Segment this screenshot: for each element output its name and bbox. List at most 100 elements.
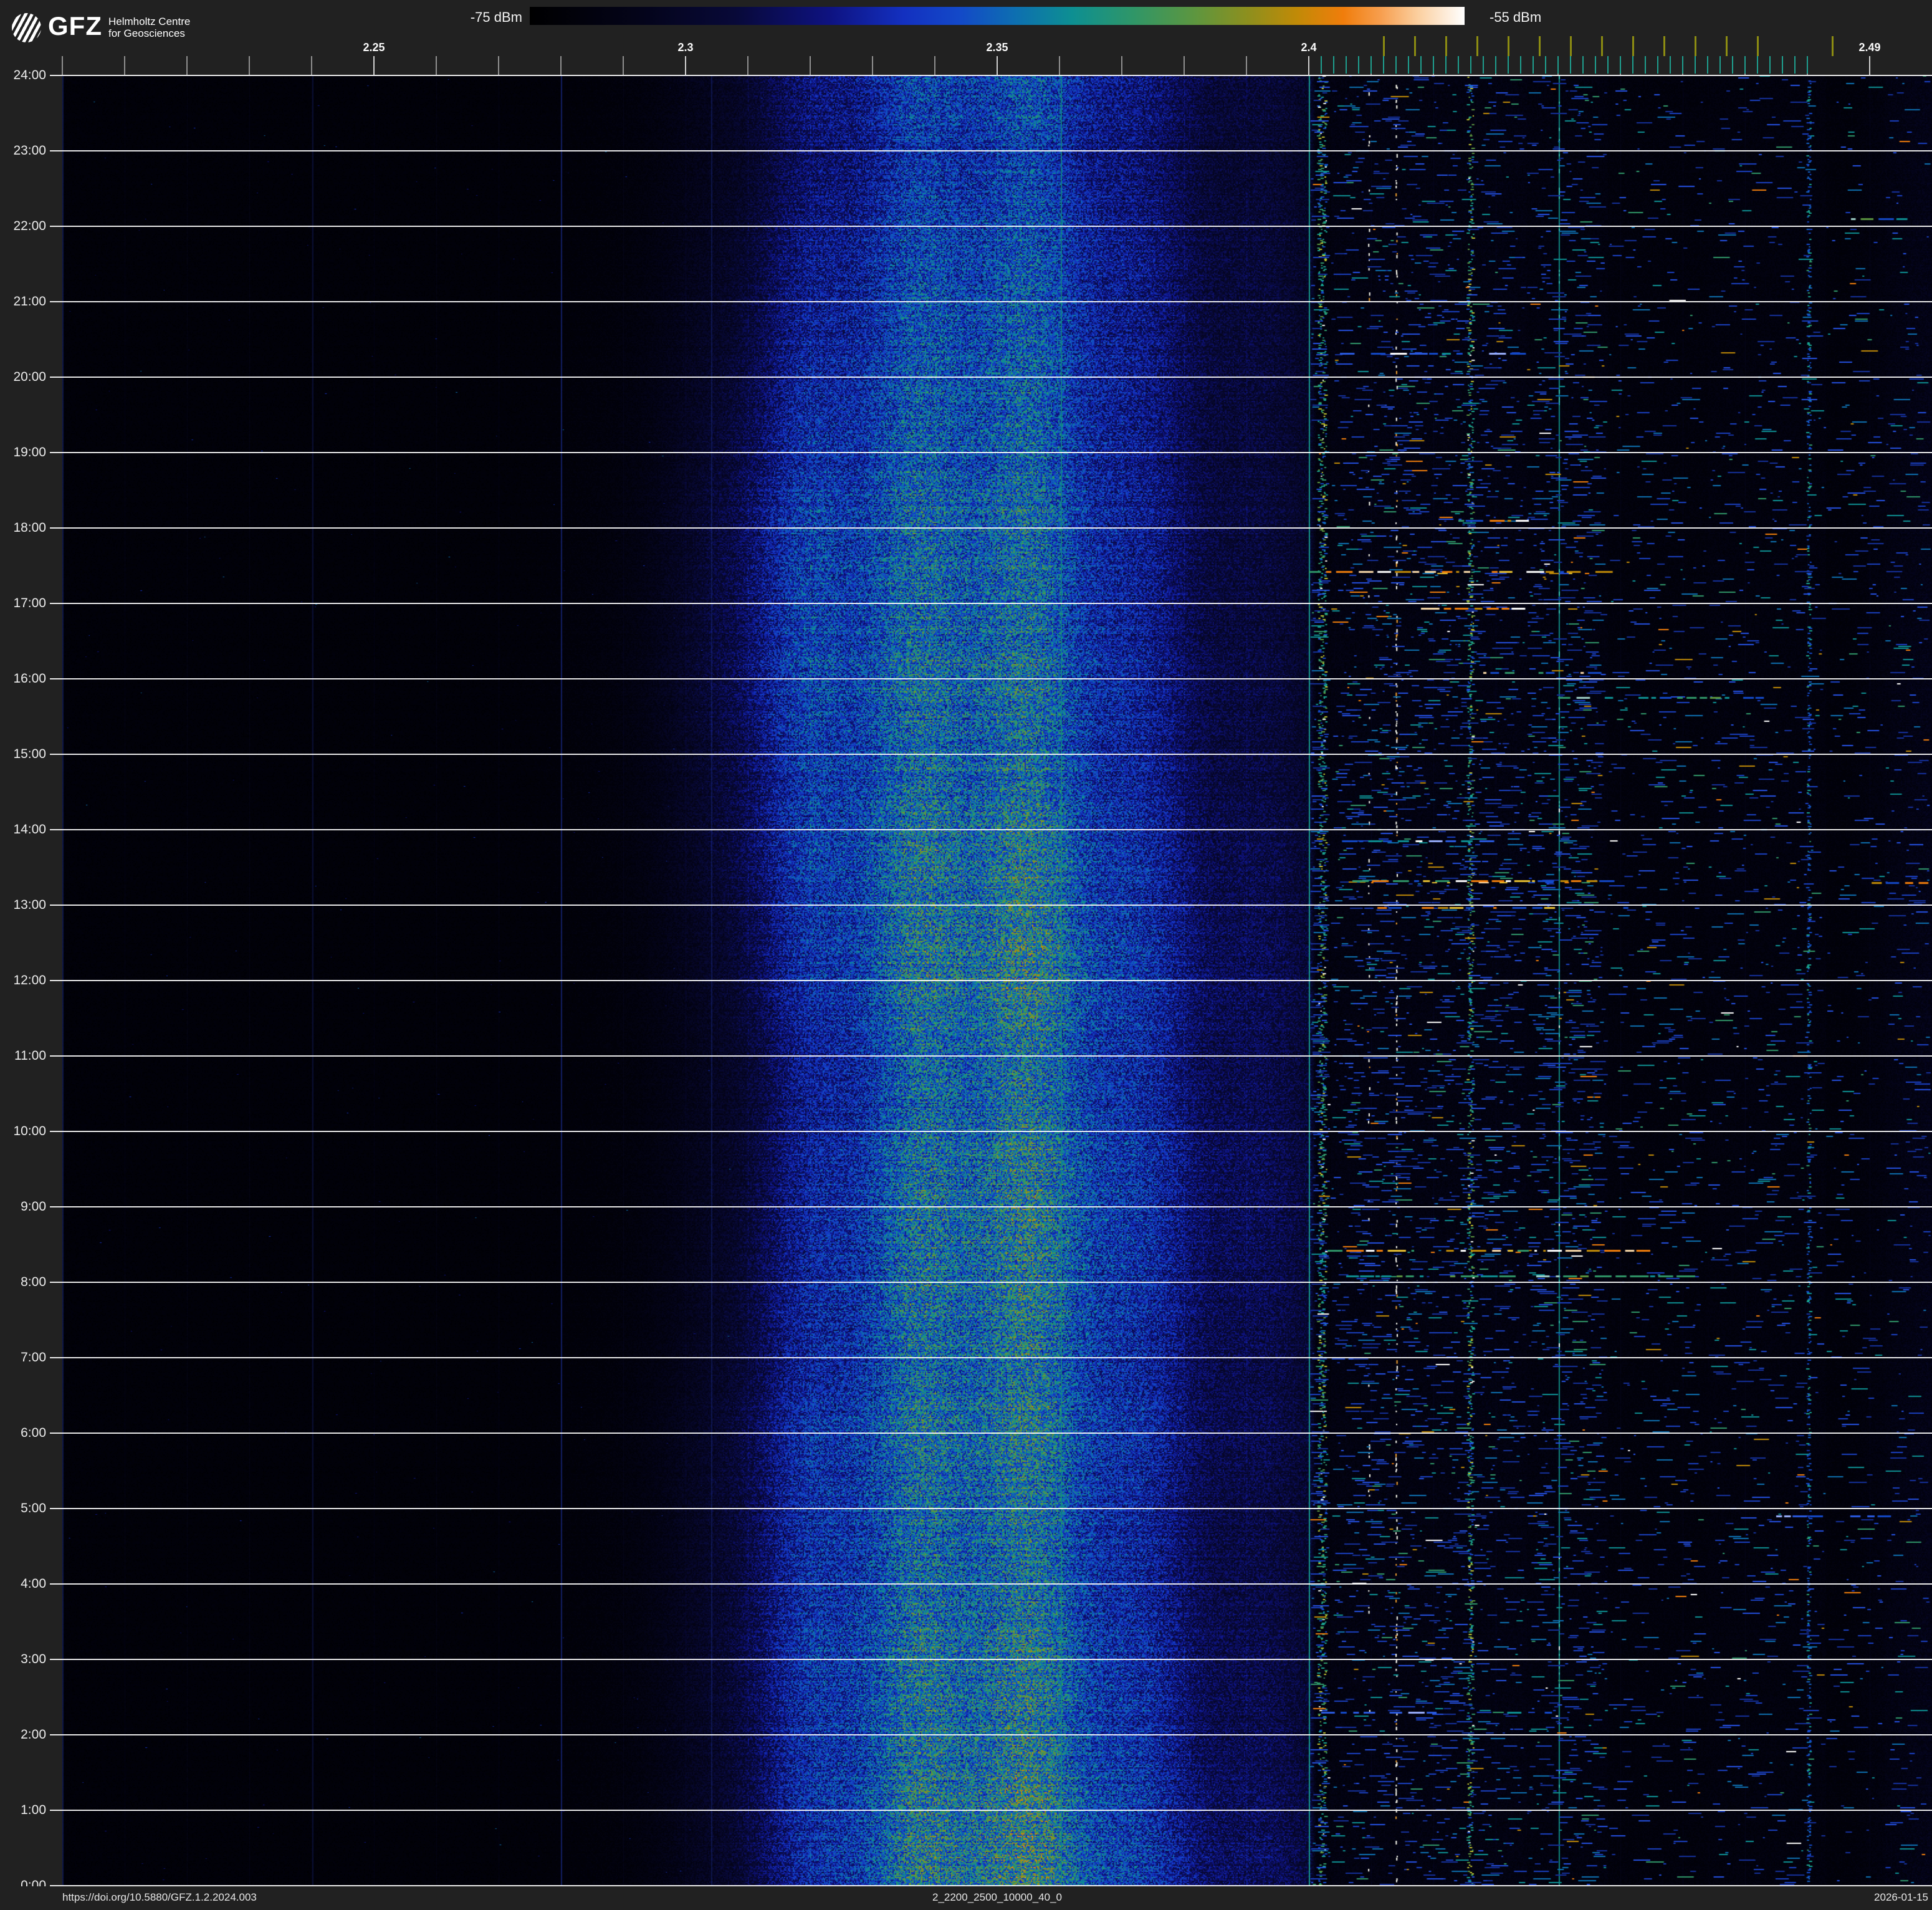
footer-date: 2026-01-15 xyxy=(1874,1891,1928,1903)
freq-tick xyxy=(685,56,686,75)
freq-tick xyxy=(872,56,873,75)
freq-label: 2.25 xyxy=(363,41,385,54)
bt-channel-tick xyxy=(1458,56,1459,74)
time-label: 3:00 xyxy=(21,1652,46,1666)
hour-gridline xyxy=(50,829,1932,830)
bt-channel-tick xyxy=(1620,56,1621,74)
hour-gridline xyxy=(50,678,1932,679)
freq-tick xyxy=(747,56,748,75)
bt-channel-tick xyxy=(1582,56,1584,74)
freq-tick xyxy=(436,56,437,75)
time-label: 16:00 xyxy=(13,671,46,686)
wifi-channel-tick xyxy=(1832,36,1834,56)
footer: https://doi.org/10.5880/GFZ.1.2.2024.003… xyxy=(0,1886,1932,1910)
bt-channel-tick xyxy=(1370,56,1372,74)
hour-gridline xyxy=(50,1206,1932,1207)
hour-gridline xyxy=(50,1734,1932,1735)
hour-gridline xyxy=(50,603,1932,604)
bt-channel-tick xyxy=(1657,56,1658,74)
freq-tick xyxy=(934,56,935,75)
time-label: 12:00 xyxy=(13,973,46,987)
bt-channel-tick xyxy=(1757,56,1758,74)
bt-channel-tick xyxy=(1682,56,1683,74)
freq-label: 2.3 xyxy=(677,41,694,54)
wifi-channel-tick xyxy=(1757,36,1759,56)
freq-tick xyxy=(249,56,250,75)
hour-gridline xyxy=(50,1432,1932,1434)
freq-tick xyxy=(124,56,125,75)
freq-tick xyxy=(1184,56,1185,75)
time-label: 13:00 xyxy=(13,898,46,912)
bt-channel-tick xyxy=(1433,56,1434,74)
bt-channel-tick xyxy=(1333,56,1334,74)
freq-tick xyxy=(997,56,998,75)
time-label: 21:00 xyxy=(13,294,46,309)
wifi-channel-tick xyxy=(1570,36,1572,56)
bt-channel-tick xyxy=(1695,56,1696,74)
hour-gridline xyxy=(50,377,1932,378)
wifi-channel-tick xyxy=(1663,36,1665,56)
bt-channel-tick xyxy=(1645,56,1646,74)
time-label: 24:00 xyxy=(13,68,46,82)
freq-tick xyxy=(311,56,312,75)
frequency-axis: 2.25 2.3 2.35 2.4 2.49 xyxy=(0,0,1932,75)
bt-channel-tick xyxy=(1483,56,1484,74)
time-label: 6:00 xyxy=(21,1426,46,1440)
bt-channel-tick xyxy=(1732,56,1733,74)
wifi-channel-tick xyxy=(1476,36,1478,56)
hour-gridline xyxy=(50,301,1932,302)
bt-channel-tick xyxy=(1520,56,1521,74)
hour-gridline xyxy=(50,1357,1932,1358)
time-label: 1:00 xyxy=(21,1803,46,1817)
bt-channel-tick xyxy=(1495,56,1496,74)
bt-channel-tick xyxy=(1383,56,1384,74)
time-label: 18:00 xyxy=(13,521,46,535)
bt-channel-tick xyxy=(1470,56,1471,74)
bt-channel-tick xyxy=(1358,56,1359,74)
hour-gridline xyxy=(50,226,1932,227)
time-label: 20:00 xyxy=(13,370,46,384)
hour-gridline xyxy=(50,1055,1932,1057)
freq-tick xyxy=(560,56,562,75)
bt-channel-tick xyxy=(1395,56,1397,74)
hour-gridline xyxy=(50,980,1932,981)
freq-tick xyxy=(1308,56,1309,75)
bt-channel-tick xyxy=(1533,56,1534,74)
wifi-channel-tick xyxy=(1632,36,1634,56)
bt-channel-tick xyxy=(1508,56,1509,74)
hour-gridline xyxy=(50,1508,1932,1509)
wifi-channel-tick xyxy=(1726,36,1728,56)
freq-label: 2.35 xyxy=(986,41,1008,54)
hour-gridline xyxy=(50,150,1932,151)
freq-tick xyxy=(1246,56,1247,75)
time-label: 8:00 xyxy=(21,1275,46,1289)
time-label: 11:00 xyxy=(14,1049,46,1063)
time-label: 15:00 xyxy=(13,747,46,761)
time-label: 19:00 xyxy=(13,445,46,459)
bt-channel-tick xyxy=(1769,56,1771,74)
freq-tick xyxy=(186,56,188,75)
bt-channel-tick xyxy=(1346,56,1347,74)
bt-channel-tick xyxy=(1420,56,1422,74)
bt-channel-tick xyxy=(1782,56,1783,74)
wifi-channel-tick xyxy=(1539,36,1541,56)
bt-channel-tick xyxy=(1321,56,1322,74)
bt-channel-tick xyxy=(1632,56,1633,74)
hour-gridline xyxy=(50,1659,1932,1660)
freq-label: 2.4 xyxy=(1301,41,1317,54)
bt-channel-tick xyxy=(1445,56,1447,74)
bt-channel-tick xyxy=(1607,56,1609,74)
hour-gridline xyxy=(50,1583,1932,1585)
hour-gridline xyxy=(50,1810,1932,1811)
freq-tick xyxy=(623,56,624,75)
hour-gridline xyxy=(50,1282,1932,1283)
time-axis: 24:00 23:00 22:00 21:00 20:00 19:00 18:00 17:00… xyxy=(0,0,62,1910)
time-label: 17:00 xyxy=(13,596,46,610)
time-label: 14:00 xyxy=(13,822,46,837)
wifi-channel-tick xyxy=(1695,36,1696,56)
time-label: 4:00 xyxy=(21,1576,46,1591)
time-label: 22:00 xyxy=(13,219,46,233)
freq-label: 2.49 xyxy=(1858,41,1881,54)
hour-gridline xyxy=(50,1131,1932,1132)
bt-channel-tick xyxy=(1707,56,1708,74)
